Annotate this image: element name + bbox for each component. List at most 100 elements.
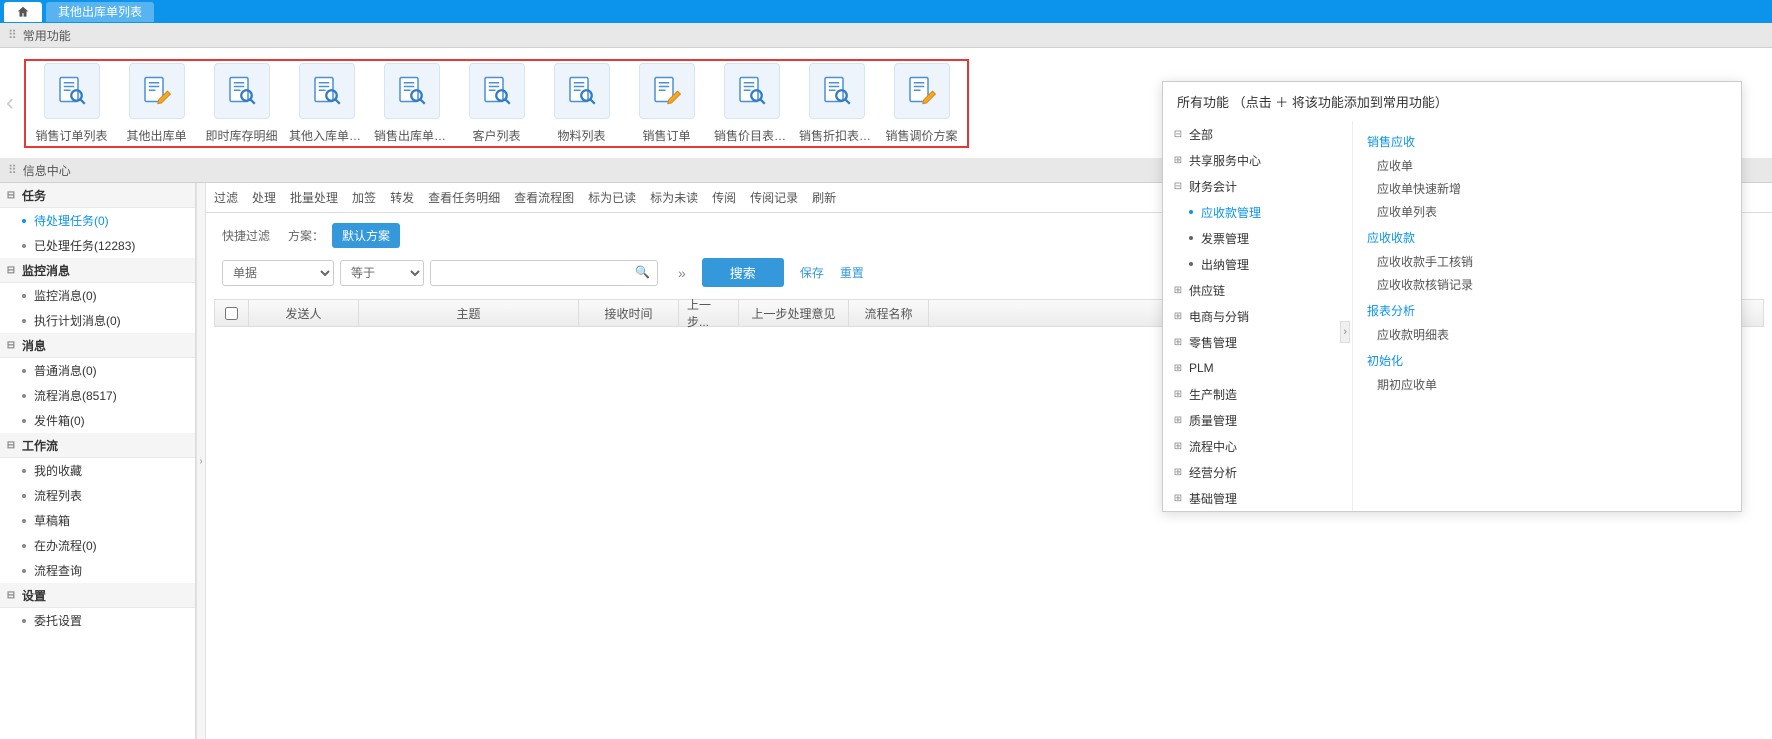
scroll-left[interactable]: ‹ (0, 58, 20, 148)
expand-filters[interactable]: » (678, 265, 686, 281)
col-recv[interactable]: 接收时间 (579, 300, 679, 326)
tree-flowcenter[interactable]: ⊞流程中心 (1163, 433, 1352, 459)
tb-circ-rec[interactable]: 传阅记录 (750, 189, 798, 206)
tree-basic[interactable]: ⊞基础管理 (1163, 485, 1352, 511)
cat-task[interactable]: ⊟任务 (0, 183, 195, 208)
func-label: 物料列表 (557, 127, 605, 144)
item-wf-fav[interactable]: 我的收藏 (0, 458, 195, 483)
func-item-7[interactable]: 销售订单 (629, 63, 704, 144)
tree-ecom[interactable]: ⊞电商与分销 (1163, 303, 1352, 329)
popup-title: 所有功能 （点击 ＋ 将该功能添加到常用功能） (1163, 82, 1741, 121)
func-label: 客户列表 (472, 127, 520, 144)
tree-share[interactable]: ⊞共享服务中心 (1163, 147, 1352, 173)
item-set-delegate[interactable]: 委托设置 (0, 608, 195, 633)
col-last-opinion[interactable]: 上一步处理意见 (739, 300, 849, 326)
item-wf-list[interactable]: 流程列表 (0, 483, 195, 508)
tb-batch[interactable]: 批量处理 (290, 189, 338, 206)
func-item-8[interactable]: 销售价目表列... (714, 63, 789, 144)
tb-refresh[interactable]: 刷新 (812, 189, 836, 206)
tree-plm[interactable]: ⊞PLM (1163, 355, 1352, 381)
tb-process[interactable]: 处理 (252, 189, 276, 206)
cat-monitor[interactable]: ⊟监控消息 (0, 258, 195, 283)
list-head-ar-receipt: 应收收款 (1367, 229, 1727, 246)
item-msg-out[interactable]: 发件箱(0) (0, 408, 195, 433)
document-search-icon (809, 63, 865, 119)
link-ar-detail-report[interactable]: 应收款明细表 (1367, 323, 1727, 346)
filter-value-input[interactable] (430, 260, 658, 286)
item-monitor-msg[interactable]: 监控消息(0) (0, 283, 195, 308)
tree-finance[interactable]: ⊟财务会计 (1163, 173, 1352, 199)
func-label: 其他出库单 (126, 127, 186, 144)
document-search-icon (724, 63, 780, 119)
filter-op-select[interactable]: 等于 (340, 260, 424, 286)
tree-all[interactable]: ⊟全部 (1163, 121, 1352, 147)
document-search-icon (44, 63, 100, 119)
func-item-1[interactable]: 其他出库单 (119, 63, 194, 144)
tb-detail[interactable]: 查看任务明细 (428, 189, 500, 206)
tb-unread[interactable]: 标为未读 (650, 189, 698, 206)
item-wf-doing[interactable]: 在办流程(0) (0, 533, 195, 558)
link-manual-writeoff[interactable]: 应收收款手工核销 (1367, 250, 1727, 273)
filter-field-select[interactable]: 单据 (222, 260, 334, 286)
tree-ar[interactable]: 应收款管理 (1163, 199, 1352, 225)
tb-forward[interactable]: 转发 (390, 189, 414, 206)
func-item-4[interactable]: 销售出库单列... (374, 63, 449, 144)
func-item-10[interactable]: 销售调价方案 (884, 63, 959, 144)
func-item-3[interactable]: 其他入库单列... (289, 63, 364, 144)
func-item-0[interactable]: 销售订单列表 (34, 63, 109, 144)
tree-mfg[interactable]: ⊞生产制造 (1163, 381, 1352, 407)
tb-circ[interactable]: 传阅 (712, 189, 736, 206)
popup-list: 销售应收 应收单 应收单快速新增 应收单列表 应收收款 应收收款手工核销 应收收… (1353, 121, 1741, 511)
tb-filter[interactable]: 过滤 (214, 189, 238, 206)
home-icon (16, 5, 30, 19)
link-ar[interactable]: 应收单 (1367, 154, 1727, 177)
func-item-2[interactable]: 即时库存明细 (204, 63, 279, 144)
tb-flow[interactable]: 查看流程图 (514, 189, 574, 206)
col-subject[interactable]: 主题 (359, 300, 579, 326)
func-label: 销售调价方案 (885, 127, 957, 144)
tree-retail[interactable]: ⊞零售管理 (1163, 329, 1352, 355)
link-writeoff-record[interactable]: 应收收款核销记录 (1367, 273, 1727, 296)
cat-settings[interactable]: ⊟设置 (0, 583, 195, 608)
item-monitor-plan[interactable]: 执行计划消息(0) (0, 308, 195, 333)
common-functions-strip: ‹ 销售订单列表其他出库单 即时库存明细其他入库单列...销售出库单列... 客户列… (0, 48, 1772, 158)
grip-icon[interactable]: ⠿ (8, 163, 15, 177)
tree-quality[interactable]: ⊞质量管理 (1163, 407, 1352, 433)
link-ar-quick[interactable]: 应收单快速新增 (1367, 177, 1727, 200)
grip-icon[interactable]: ⠿ (8, 28, 15, 42)
reset-link[interactable]: 重置 (840, 264, 864, 281)
tab-home[interactable] (4, 2, 42, 22)
tree-analysis[interactable]: ⊞经营分析 (1163, 459, 1352, 485)
col-last-step[interactable]: 上一步... (679, 300, 739, 326)
splitter[interactable]: › (196, 183, 206, 739)
tree-cashier[interactable]: 出纳管理 (1163, 251, 1352, 277)
func-item-6[interactable]: 物料列表 (544, 63, 619, 144)
tree-supply[interactable]: ⊞供应链 (1163, 277, 1352, 303)
cat-workflow[interactable]: ⊟工作流 (0, 433, 195, 458)
all-functions-popup: 所有功能 （点击 ＋ 将该功能添加到常用功能） ⊟全部 ⊞共享服务中心 ⊟财务会… (1162, 81, 1742, 512)
tb-read[interactable]: 标为已读 (588, 189, 636, 206)
item-done-task[interactable]: 已处理任务(12283) (0, 233, 195, 258)
item-wf-draft[interactable]: 草稿箱 (0, 508, 195, 533)
item-msg-flow[interactable]: 流程消息(8517) (0, 383, 195, 408)
tree-invoice[interactable]: 发票管理 (1163, 225, 1352, 251)
save-link[interactable]: 保存 (800, 264, 824, 281)
document-search-icon (384, 63, 440, 119)
col-sender[interactable]: 发送人 (249, 300, 359, 326)
func-item-5[interactable]: 客户列表 (459, 63, 534, 144)
link-ar-list[interactable]: 应收单列表 (1367, 200, 1727, 223)
search-icon[interactable]: 🔍 (635, 265, 650, 279)
search-button[interactable]: 搜索 (702, 258, 784, 287)
link-init-ar[interactable]: 期初应收单 (1367, 373, 1727, 396)
cat-msg[interactable]: ⊟消息 (0, 333, 195, 358)
col-flow-name[interactable]: 流程名称 (849, 300, 929, 326)
func-item-9[interactable]: 销售折扣表列... (799, 63, 874, 144)
select-all-checkbox[interactable] (225, 307, 238, 320)
item-msg-common[interactable]: 普通消息(0) (0, 358, 195, 383)
item-wf-query[interactable]: 流程查询 (0, 558, 195, 583)
item-pending-task[interactable]: 待处理任务(0) (0, 208, 195, 233)
tb-sign[interactable]: 加签 (352, 189, 376, 206)
document-search-icon (214, 63, 270, 119)
default-scheme-button[interactable]: 默认方案 (332, 223, 400, 248)
tab-other-outbound[interactable]: 其他出库单列表 (46, 2, 154, 22)
